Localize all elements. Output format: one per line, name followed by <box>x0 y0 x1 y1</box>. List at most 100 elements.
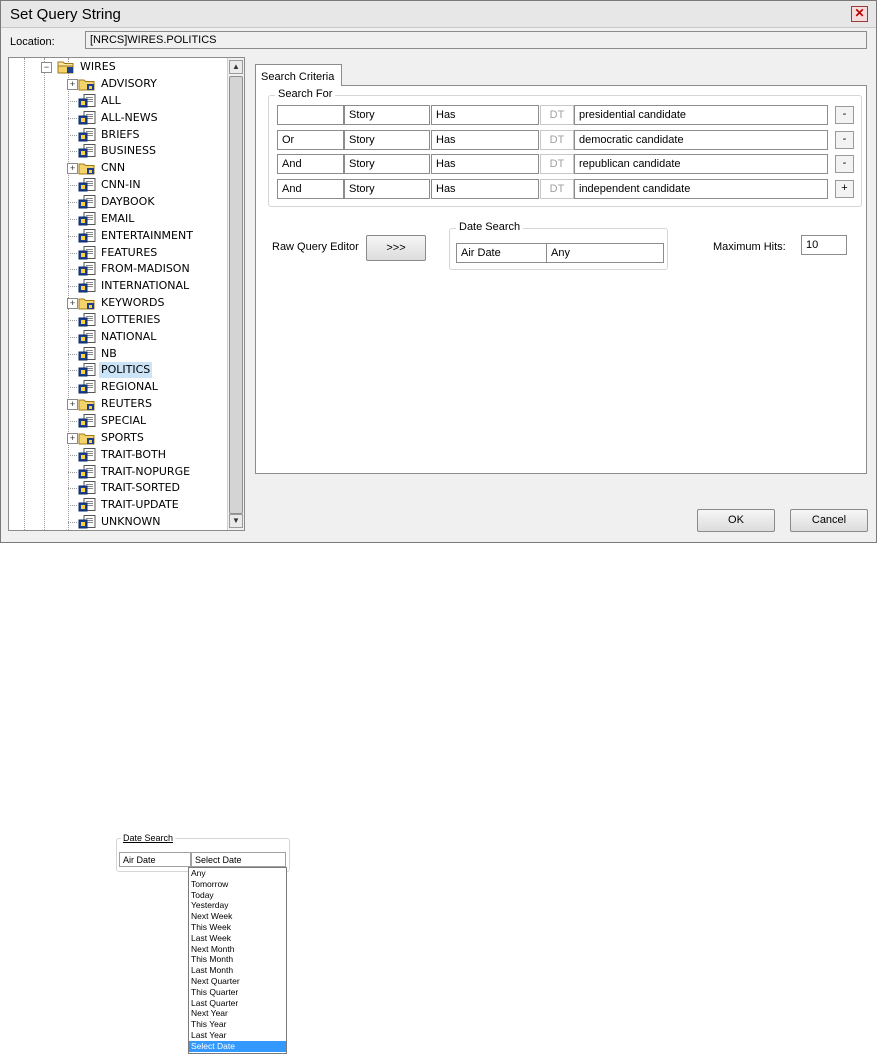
date-option[interactable]: This Year <box>189 1019 286 1030</box>
tree-connector <box>68 522 77 524</box>
conjunction-select[interactable]: And <box>277 178 344 199</box>
tree-connector <box>68 151 77 153</box>
close-button[interactable]: ✕ <box>851 6 868 22</box>
tree-item-label: UNKNOWN <box>101 515 161 529</box>
tree-item-label: NATIONAL <box>101 329 157 343</box>
raw-query-button[interactable]: >>> <box>366 235 426 261</box>
search-text-input[interactable]: republican candidate <box>574 154 828 174</box>
close-icon: ✕ <box>854 6 865 20</box>
document-icon <box>78 380 96 394</box>
date-option[interactable]: Last Quarter <box>189 998 286 1009</box>
scroll-down-button[interactable]: ▼ <box>229 514 243 528</box>
tree-connector <box>68 134 77 136</box>
document-icon <box>78 245 96 260</box>
date-option[interactable]: Next Month <box>189 944 286 955</box>
date-option[interactable]: Last Month <box>189 965 286 976</box>
document-icon <box>78 312 96 327</box>
tree-connector <box>68 454 77 456</box>
date-options-list[interactable]: Any Tomorrow Today Yesterday Next Week This W… <box>188 867 287 1054</box>
search-text-input[interactable]: democratic candidate <box>574 129 828 150</box>
conjunction-select[interactable] <box>277 105 344 125</box>
date-option[interactable]: Last Year <box>189 1030 286 1041</box>
date-option[interactable]: This Week <box>189 922 286 933</box>
expand-icon[interactable]: + <box>67 79 78 90</box>
operator-select[interactable]: Has <box>431 154 539 174</box>
date-option[interactable]: Yesterday <box>189 900 286 911</box>
date-option[interactable]: Next Week <box>189 911 286 922</box>
tree-connector <box>68 117 77 119</box>
raw-query-label: Raw Query Editor <box>272 241 359 253</box>
expand-icon[interactable]: + <box>67 399 78 411</box>
folder-icon <box>78 397 96 411</box>
dt-toggle[interactable]: DT <box>540 129 574 150</box>
operator-select[interactable]: Has <box>431 129 539 150</box>
tree-connector <box>68 100 77 102</box>
document-icon <box>78 211 96 226</box>
date-option[interactable]: Today <box>189 890 286 901</box>
date-value-select[interactable]: Any <box>546 243 664 263</box>
date-option[interactable]: Select Date <box>189 1040 286 1052</box>
folder-icon <box>78 77 96 91</box>
expand-icon[interactable]: + <box>67 298 78 310</box>
search-text-input[interactable]: presidential candidate <box>574 105 828 125</box>
ok-button[interactable]: OK <box>697 509 775 532</box>
tree-item-label: POLITICS <box>99 362 153 379</box>
operator-select[interactable]: Has <box>431 105 539 125</box>
folder-icon <box>78 296 96 310</box>
conjunction-select[interactable]: And <box>277 154 344 174</box>
date-option[interactable]: Tomorrow <box>189 879 286 890</box>
tree-scrollbar[interactable]: ▲ ▼ <box>227 58 244 530</box>
field-select[interactable]: Story <box>344 129 430 150</box>
date-option[interactable]: Next Quarter <box>189 976 286 987</box>
operator-select[interactable]: Has <box>431 178 539 199</box>
date-option[interactable]: This Month <box>189 954 286 965</box>
search-text-input[interactable]: independent candidate <box>574 178 828 199</box>
dt-toggle[interactable]: DT <box>540 178 574 199</box>
field-select[interactable]: Story <box>344 178 430 199</box>
dt-toggle[interactable]: DT <box>540 105 574 125</box>
tree-item-label: ENTERTAINMENT <box>101 228 193 242</box>
remove-row-button[interactable]: - <box>835 106 854 124</box>
add-row-button[interactable]: + <box>835 179 854 198</box>
conjunction-select[interactable]: Or <box>277 129 344 150</box>
expand-icon[interactable]: + <box>67 432 78 444</box>
inset-date-select[interactable]: Select Date <box>191 852 286 867</box>
scroll-thumb[interactable] <box>229 76 243 514</box>
document-icon <box>78 279 96 293</box>
document-icon <box>78 414 96 428</box>
tree-item-label: ADVISORY <box>101 77 157 90</box>
tree-item-label: DAYBOOK <box>101 194 155 208</box>
tree-item-label: WIRES <box>80 60 116 73</box>
tree-item-label: TRAIT-SORTED <box>101 481 180 495</box>
expand-icon[interactable]: + <box>67 163 78 175</box>
field-select[interactable]: Story <box>344 154 430 174</box>
scroll-up-button[interactable]: ▲ <box>229 60 243 74</box>
tree-guide-line <box>68 58 69 530</box>
cancel-button[interactable]: Cancel <box>790 509 868 532</box>
collapse-icon[interactable]: − <box>41 62 52 73</box>
date-option[interactable]: This Quarter <box>189 987 286 998</box>
document-icon <box>78 329 96 344</box>
remove-row-button[interactable]: - <box>835 130 854 149</box>
tree-connector <box>68 269 77 271</box>
folder-icon <box>57 60 75 74</box>
date-option[interactable]: Next Year <box>189 1008 286 1019</box>
tree-item-label: BRIEFS <box>101 127 140 141</box>
dt-toggle[interactable]: DT <box>540 154 574 174</box>
tree-connector <box>68 201 77 203</box>
field-select[interactable]: Story <box>344 105 430 125</box>
tree-connector <box>68 421 77 422</box>
search-for-label: Search For <box>275 88 336 100</box>
remove-row-button[interactable]: - <box>835 155 854 173</box>
tree-item-label: KEYWORDS <box>101 296 165 310</box>
wires-tree[interactable]: − WIRES + ADVISORY ALL ALL-NEWS BRIEFS BUSINESS… <box>8 57 245 531</box>
document-icon <box>78 194 96 209</box>
max-hits-input[interactable]: 10 <box>801 235 847 255</box>
date-option[interactable]: Any <box>189 868 286 879</box>
search-criteria-panel: Search For Story Has DT presidential candid… <box>255 85 867 474</box>
tree-connector <box>68 185 77 187</box>
date-option[interactable]: Last Week <box>189 933 286 944</box>
tab-search-criteria[interactable]: Search Criteria <box>255 64 342 86</box>
tree-connector <box>68 336 77 338</box>
document-icon <box>78 93 96 108</box>
